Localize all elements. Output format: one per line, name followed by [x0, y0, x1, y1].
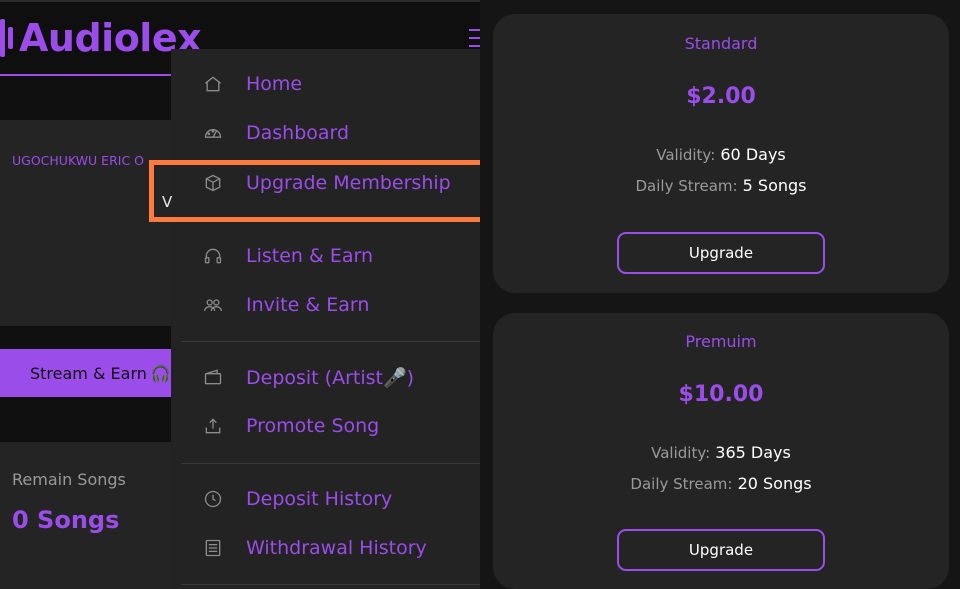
menu-divider [181, 463, 480, 464]
highlight-box [149, 160, 480, 222]
top-border [0, 0, 480, 2]
plan-price: $10.00 [678, 382, 764, 407]
headphones-icon [202, 245, 224, 267]
validity-label: Validity: [651, 444, 711, 462]
wallet-icon [202, 366, 224, 388]
upgrade-button-standard[interactable]: Upgrade [617, 232, 825, 274]
clock-icon [202, 488, 224, 510]
remain-songs-value: 0 Songs [12, 506, 120, 534]
plan-price: $2.00 [686, 84, 756, 109]
plan-name: Standard [684, 34, 758, 53]
plan-validity: Validity: 365 Days [493, 443, 949, 462]
menu-item-deposit-artist[interactable]: Deposit (Artist🎤) [171, 355, 480, 399]
menu-label-invite-earn: Invite & Earn [246, 294, 370, 316]
plan-validity: Validity: 60 Days [493, 145, 949, 164]
plan-daily-stream: Daily Stream: 20 Songs [493, 474, 949, 493]
menu-item-promote-song[interactable]: Promote Song [171, 404, 480, 448]
daily-stream-label: Daily Stream: [635, 177, 738, 195]
daily-stream-value: 5 Songs [742, 176, 807, 195]
plans-pane: Standard $2.00 Validity: 60 Days Daily S… [480, 0, 960, 589]
menu-item-home[interactable]: Home [171, 62, 480, 106]
menu-label-deposit-history: Deposit History [246, 488, 393, 510]
menu-label-dashboard: Dashboard [246, 122, 350, 144]
side-menu: Home Dashboard Upgrade Membership Listen… [171, 49, 480, 589]
profile-card [0, 120, 180, 326]
plan-name: Premuim [685, 332, 757, 351]
brand-underline [0, 74, 172, 76]
menu-label-deposit-artist: Deposit (Artist🎤) [246, 366, 415, 389]
menu-divider [181, 341, 480, 342]
menu-item-dashboard[interactable]: Dashboard [171, 111, 480, 155]
menu-label-listen-earn: Listen & Earn [246, 245, 374, 267]
validity-label: Validity: [656, 146, 716, 164]
users-icon [202, 294, 224, 316]
receipt-icon [202, 537, 224, 559]
plan-card-premium: Premuim $10.00 Validity: 365 Days Daily … [493, 313, 949, 589]
validity-value: 60 Days [720, 145, 786, 164]
stream-earn-label: Stream & Earn [30, 363, 147, 383]
hamburger-menu-icon[interactable] [469, 28, 480, 48]
upload-icon [202, 415, 224, 437]
daily-stream-label: Daily Stream: [630, 475, 733, 493]
plan-daily-stream: Daily Stream: 5 Songs [493, 176, 949, 195]
menu-item-withdrawal-history[interactable]: Withdrawal History [171, 526, 480, 570]
home-icon [202, 73, 224, 95]
menu-label-promote-song: Promote Song [246, 415, 380, 437]
stream-earn-button[interactable]: Stream & Earn 🎧 [0, 349, 180, 397]
menu-item-invite-earn[interactable]: Invite & Earn [171, 283, 480, 327]
validity-value: 365 Days [715, 443, 791, 462]
profile-name: UGOCHUKWU ERIC O [12, 153, 144, 168]
menu-item-listen-earn[interactable]: Listen & Earn [171, 234, 480, 278]
menu-label-home: Home [246, 73, 303, 95]
upgrade-button-premium[interactable]: Upgrade [617, 529, 825, 571]
daily-stream-value: 20 Songs [737, 474, 812, 493]
dashboard-gauge-icon [202, 122, 224, 144]
left-pane: Audiolex UGOCHUKWU ERIC O Stream & Earn … [0, 0, 480, 589]
menu-divider [181, 584, 480, 585]
brand-mark-icon [0, 19, 13, 57]
headphones-emoji-icon: 🎧 [150, 363, 171, 383]
remain-songs-label: Remain Songs [12, 470, 126, 489]
menu-item-deposit-history[interactable]: Deposit History [171, 477, 480, 521]
menu-label-withdrawal-history: Withdrawal History [246, 537, 427, 559]
plan-card-standard: Standard $2.00 Validity: 60 Days Daily S… [493, 14, 949, 293]
